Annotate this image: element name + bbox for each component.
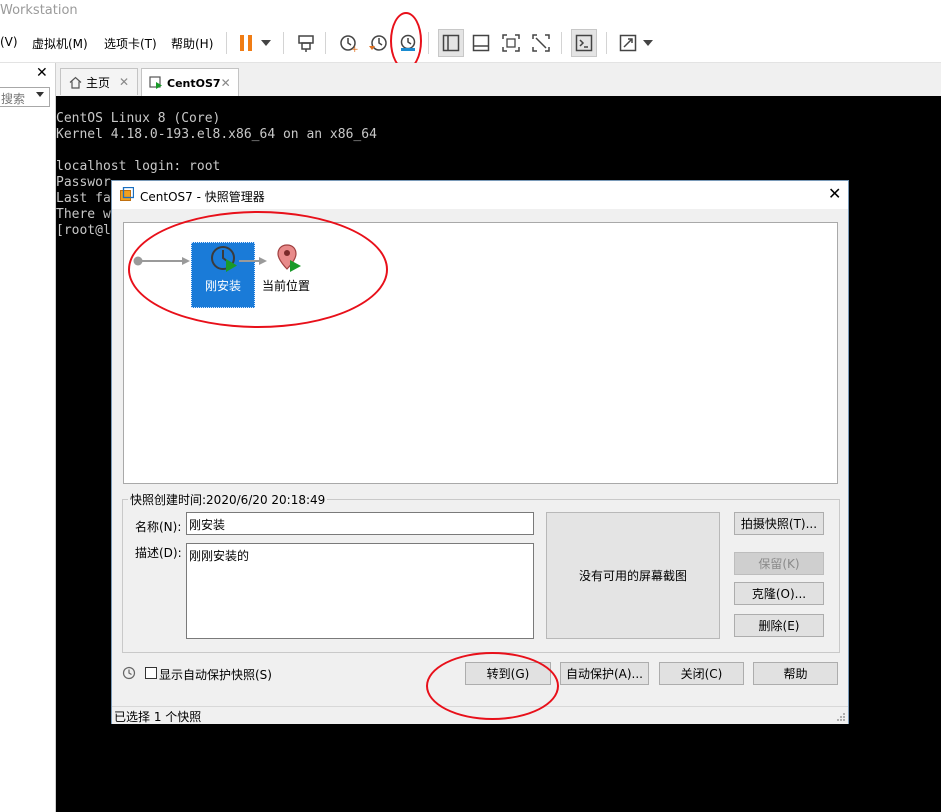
toolbar-separator (561, 32, 562, 54)
revert-snapshot-icon[interactable] (366, 31, 390, 55)
dialog-title: CentOS7 - 快照管理器 (140, 190, 265, 204)
tab-centos7[interactable]: CentOS7 ✕ (141, 68, 239, 97)
vmware-app-icon (120, 186, 135, 201)
full-screen-icon[interactable] (499, 31, 523, 55)
tab-home-label: 主页 (86, 75, 111, 90)
unity-icon[interactable] (529, 31, 553, 55)
console-line: There w (56, 207, 111, 222)
menu-vm[interactable]: 虚拟机(M) (32, 35, 88, 52)
show-autoprotect-label: 显示自动保护快照(S) (159, 668, 272, 682)
chevron-down-icon[interactable] (36, 92, 44, 97)
console-view-icon[interactable] (571, 29, 597, 57)
no-screenshot-text: 没有可用的屏幕截图 (578, 569, 687, 583)
console-line: Passwor (56, 175, 111, 190)
library-panel (0, 63, 56, 812)
tab-centos7-close-icon[interactable]: ✕ (221, 76, 231, 90)
menu-view[interactable]: (V) (0, 35, 18, 49)
menu-tabs[interactable]: 选项卡(T) (104, 35, 157, 52)
toolbar-separator (428, 32, 429, 54)
keep-button[interactable]: 保留(K) (734, 552, 824, 575)
snapshot-manager-dialog: CentOS7 - 快照管理器 ✕ 刚安装 当前位置 快照创建时间:2020/6… (111, 180, 849, 724)
clone-button[interactable]: 克隆(O)... (734, 582, 824, 605)
current-position-icon (277, 244, 303, 277)
take-snapshot-button[interactable]: 拍摄快照(T)... (734, 512, 824, 535)
help-button[interactable]: 帮助 (753, 662, 838, 685)
current-position-label: 当前位置 (262, 279, 311, 293)
svg-text:+: + (351, 45, 358, 53)
thumbnail-bar-icon[interactable] (469, 31, 493, 55)
library-close-icon[interactable]: ✕ (36, 66, 50, 80)
tree-root-icon (132, 255, 192, 270)
tab-home-close-icon[interactable]: ✕ (119, 75, 129, 89)
send-ctrl-alt-del-icon[interactable] (294, 31, 318, 55)
stretch-dropdown-icon[interactable] (640, 31, 656, 55)
tree-arrow-icon (239, 255, 269, 270)
dialog-close-icon[interactable]: ✕ (828, 186, 841, 202)
menu-toolbar: (V) 虚拟机(M) 选项卡(T) 帮助(H) + (0, 24, 941, 63)
goto-button[interactable]: 转到(G) (465, 662, 551, 685)
snapshot-created-time: 快照创建时间:2020/6/20 20:18:49 (128, 491, 328, 508)
show-autoprotect-checkbox[interactable] (145, 667, 157, 679)
close-button[interactable]: 关闭(C) (659, 662, 744, 685)
snapshot-description-textarea[interactable]: 刚刚安装的 (186, 543, 534, 639)
library-search-placeholder: 搜索 (1, 92, 26, 106)
tab-centos7-label: CentOS7 (167, 76, 221, 90)
dialog-status-bar: 已选择 1 个快照 (112, 706, 848, 724)
toolbar-separator (226, 32, 227, 54)
snapshot-name-input[interactable]: 刚安装 (186, 512, 534, 535)
console-line: Kernel 4.18.0-193.el8.x86_64 on an x86_6… (56, 127, 377, 142)
toolbar-separator (606, 32, 607, 54)
description-label: 描述(D): (135, 546, 182, 560)
name-label: 名称(N): (135, 520, 182, 534)
snapshot-manager-icon[interactable] (396, 31, 420, 55)
home-icon (69, 76, 82, 89)
screenshot-preview: 没有可用的屏幕截图 (546, 512, 720, 639)
tab-home[interactable]: 主页 ✕ (60, 68, 138, 95)
stretch-guest-icon[interactable] (616, 31, 640, 55)
menu-help[interactable]: 帮助(H) (171, 35, 213, 52)
sidebar-view-icon[interactable] (438, 29, 464, 57)
snapshot-clock-icon (210, 245, 240, 278)
vm-running-icon (149, 76, 163, 90)
console-line: localhost login: root (56, 159, 221, 174)
resize-grip-icon[interactable] (836, 711, 846, 721)
autoprotect-clock-icon (122, 666, 136, 683)
console-line: Last fa (56, 191, 111, 206)
pause-dropdown-icon[interactable] (258, 31, 274, 55)
autoprotect-button[interactable]: 自动保护(A)... (560, 662, 649, 685)
delete-button[interactable]: 删除(E) (734, 614, 824, 637)
window-title: Workstation (0, 0, 941, 24)
tab-strip: 主页 ✕ CentOS7 ✕ (56, 63, 941, 97)
take-snapshot-icon[interactable]: + (336, 31, 360, 55)
status-text: 已选择 1 个快照 (114, 710, 202, 724)
console-line: CentOS Linux 8 (Core) (56, 111, 221, 126)
toolbar-separator (283, 32, 284, 54)
console-line: [root@l (56, 223, 111, 238)
toolbar-separator (325, 32, 326, 54)
pause-icon[interactable] (234, 31, 258, 55)
snapshot-node-label: 刚安装 (204, 279, 241, 293)
